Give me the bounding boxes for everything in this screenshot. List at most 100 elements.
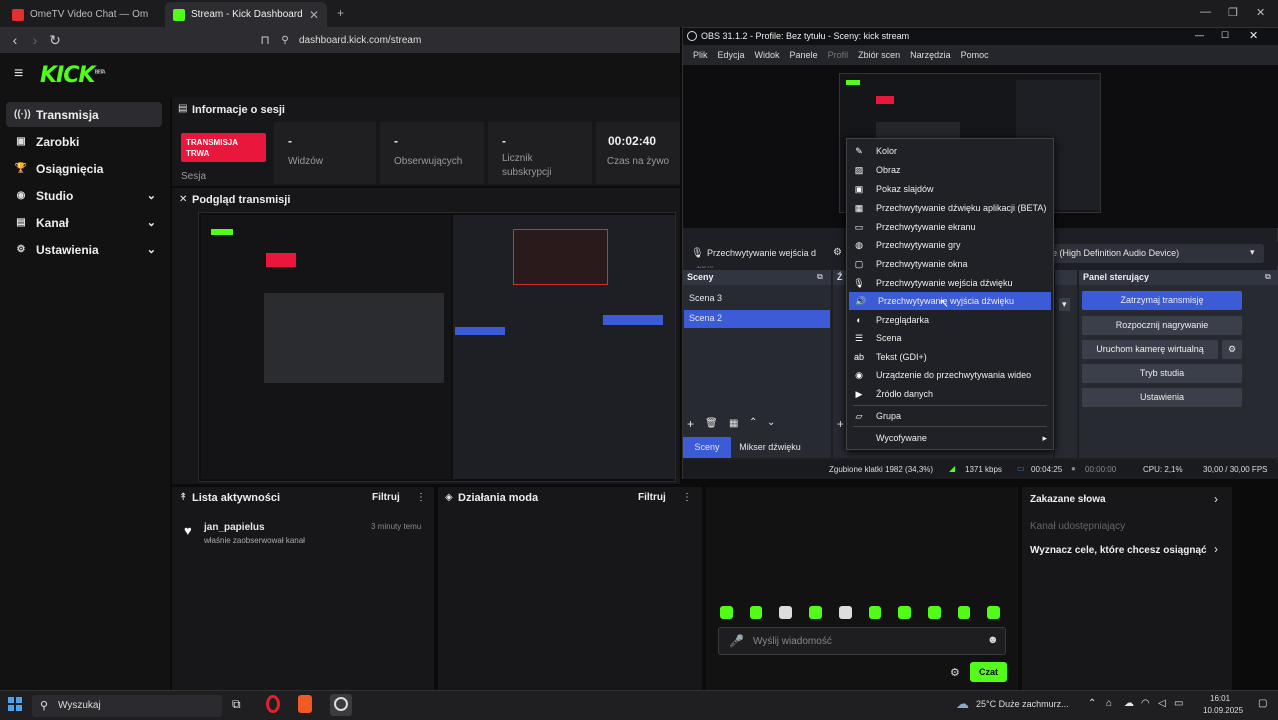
menu-item-browser[interactable]: ◐ Przeglądarka	[847, 311, 1053, 329]
menu-zbior-scen[interactable]: Zbiór scen	[858, 50, 900, 60]
volume-icon[interactable]: ◁	[1158, 698, 1166, 709]
audio-device-select[interactable]: one (High Definition Audio Device) ▾	[1038, 244, 1264, 263]
notifications-icon[interactable]: ▢	[1258, 698, 1267, 709]
emote-icon[interactable]	[838, 606, 852, 619]
sidebar-item-studio[interactable]: ◉ Studio ⌄	[6, 183, 162, 208]
mic-icon[interactable]: 🎤	[729, 634, 744, 648]
menu-profil[interactable]: Profil	[828, 50, 849, 60]
menu-item-scene[interactable]: ☰ Scena	[847, 329, 1053, 347]
emote-icon[interactable]	[809, 606, 822, 619]
emote-icon[interactable]	[987, 606, 1001, 619]
task-view-icon[interactable]: ⧉	[232, 697, 241, 712]
chat-input-placeholder[interactable]: Wyślij wiadomość	[753, 636, 832, 647]
add-source-icon[interactable]: +	[837, 417, 844, 431]
emoji-icon[interactable]: ☻	[987, 634, 999, 646]
menu-pomoc[interactable]: Pomoc	[961, 50, 989, 60]
menu-item-media-source[interactable]: ▶ Źródło danych	[847, 385, 1053, 403]
banned-words-link[interactable]: Zakazane słowa	[1030, 494, 1106, 505]
opera-icon[interactable]	[266, 695, 280, 713]
battery-icon[interactable]: ▭	[1174, 698, 1183, 709]
chat-input-box[interactable]: 🎤 Wyślij wiadomość ☻	[718, 627, 1006, 655]
tray-chevron-icon[interactable]: ⌃	[1088, 698, 1096, 709]
emote-icon[interactable]	[898, 606, 911, 619]
cloud-icon[interactable]: ☁	[1124, 698, 1134, 709]
obs-maximize-icon[interactable]: ☐	[1221, 30, 1229, 41]
chat-send-button[interactable]: Czat	[970, 662, 1007, 682]
add-scene-icon[interactable]: +	[687, 417, 694, 431]
menu-item-screen-capture[interactable]: ▭ Przechwytywanie ekranu	[847, 218, 1053, 236]
menu-item-kolor[interactable]: ✎ Kolor	[847, 142, 1053, 160]
dock-float-icon[interactable]: ⧉	[1265, 272, 1271, 282]
browser-tab-kick[interactable]: Stream - Kick Dashboard ✕	[165, 2, 327, 27]
emote-icon[interactable]	[957, 606, 971, 619]
stop-stream-button[interactable]: Zatrzymaj transmisję	[1082, 291, 1242, 310]
more-options-icon[interactable]: ⋮	[682, 492, 692, 503]
new-tab-button[interactable]: +	[337, 6, 344, 20]
sidebar-item-kanal[interactable]: ▤ Kanał ⌄	[6, 210, 162, 235]
menu-narzedzia[interactable]: Narzędzia	[910, 50, 951, 60]
remove-scene-icon[interactable]: 🗑	[705, 418, 718, 429]
back-icon[interactable]: ‹	[5, 32, 25, 48]
scene-item[interactable]: Scena 3	[684, 290, 830, 308]
obs-taskbar-icon[interactable]	[330, 694, 352, 716]
menu-item-deprecated[interactable]: Wycofywane ▸	[847, 429, 1053, 447]
menu-item-group[interactable]: ▱ Grupa	[847, 407, 1053, 425]
close-tab-icon[interactable]: ✕	[309, 8, 319, 22]
close-window-icon[interactable]: ✕	[1256, 6, 1265, 19]
tab-scenes[interactable]: Sceny	[683, 437, 731, 458]
menu-item-pokaz-slajdow[interactable]: ▣ Pokaz slajdów	[847, 180, 1053, 198]
move-up-icon[interactable]: ⌃	[749, 417, 757, 428]
forward-icon[interactable]: ›	[25, 32, 45, 48]
menu-icon[interactable]: ≡	[14, 65, 23, 83]
filter-button[interactable]: Filtruj	[638, 492, 666, 503]
menu-item-audio-output[interactable]: 🔊 Przechwytywanie wyjścia dźwięku	[849, 292, 1051, 310]
clock-date[interactable]: 10.09.2025	[1203, 706, 1243, 715]
collapse-icon[interactable]: ✕	[179, 194, 187, 205]
activity-user[interactable]: jan_papielus	[204, 522, 265, 533]
menu-edycja[interactable]: Edycja	[718, 50, 745, 60]
move-down-icon[interactable]: ⌄	[767, 417, 775, 428]
menu-panele[interactable]: Panele	[790, 50, 818, 60]
sidebar-item-ustawienia[interactable]: ⚙ Ustawienia ⌄	[6, 237, 162, 262]
settings-button[interactable]: Ustawienia	[1082, 388, 1242, 407]
clock-time[interactable]: 16:01	[1210, 694, 1230, 703]
chat-settings-icon[interactable]: ⚙	[950, 666, 960, 679]
site-info-icon[interactable]: ⚲	[275, 35, 295, 46]
more-options-icon[interactable]: ⋮	[416, 492, 426, 503]
studio-mode-button[interactable]: Tryb studia	[1082, 364, 1242, 383]
menu-plik[interactable]: Plik	[693, 50, 708, 60]
obs-minimize-icon[interactable]: —	[1195, 30, 1204, 40]
source-settings-icon[interactable]: ⚙	[833, 247, 842, 258]
browser-tab-ometv[interactable]: OmeTV Video Chat — Omegle F	[4, 2, 162, 27]
virtual-camera-button[interactable]: Uruchom kamerę wirtualną	[1082, 340, 1218, 359]
sidebar-item-zarobki[interactable]: ▣ Zarobki	[6, 129, 162, 154]
scene-filters-icon[interactable]: ▦	[729, 418, 738, 429]
menu-item-video-capture[interactable]: ◉ Urządzenie do przechwytywania wideo	[847, 366, 1053, 384]
menu-item-game-capture[interactable]: ◍ Przechwytywanie gry	[847, 236, 1053, 254]
emote-icon[interactable]	[720, 606, 733, 619]
dock-float-icon[interactable]: ⧉	[817, 272, 823, 282]
wifi-icon[interactable]: ◠	[1141, 698, 1150, 709]
weather-text[interactable]: 25°C Duże zachmurz...	[976, 699, 1069, 709]
maximize-icon[interactable]: ❐	[1228, 6, 1238, 19]
emote-icon[interactable]	[779, 606, 793, 619]
virtual-camera-settings-icon[interactable]: ⚙	[1222, 340, 1242, 359]
taskbar-search[interactable]: ⚲ Wyszukaj	[32, 695, 222, 717]
bookmark-icon[interactable]: ⊓	[255, 33, 275, 47]
reload-icon[interactable]: ↻	[45, 32, 65, 49]
obs-close-icon[interactable]: ✕	[1249, 29, 1258, 42]
menu-item-audio-input[interactable]: 🎙 Przechwytywanie wejścia dźwięku	[847, 274, 1053, 292]
menu-widok[interactable]: Widok	[755, 50, 780, 60]
kick-logo[interactable]: KICKBETA	[40, 63, 106, 88]
minimize-icon[interactable]: —	[1200, 6, 1211, 18]
menu-item-app-audio[interactable]: ▦ Przechwytywanie dźwięku aplikacji (BETA…	[847, 199, 1053, 217]
start-recording-button[interactable]: Rozpocznij nagrywanie	[1082, 316, 1242, 335]
windows-start-icon[interactable]	[8, 697, 22, 711]
emote-icon[interactable]	[868, 606, 882, 619]
menu-item-window-capture[interactable]: ▢ Przechwytywanie okna	[847, 255, 1053, 273]
menu-item-text[interactable]: ab Tekst (GDI+)	[847, 348, 1053, 366]
sidebar-item-transmisja[interactable]: ((·)) Transmisja	[6, 102, 162, 127]
tab-audio-mixer[interactable]: Mikser dźwięku	[735, 437, 805, 458]
network-icon[interactable]: ⌂	[1106, 698, 1112, 709]
transition-select[interactable]: ▾	[1059, 298, 1070, 311]
